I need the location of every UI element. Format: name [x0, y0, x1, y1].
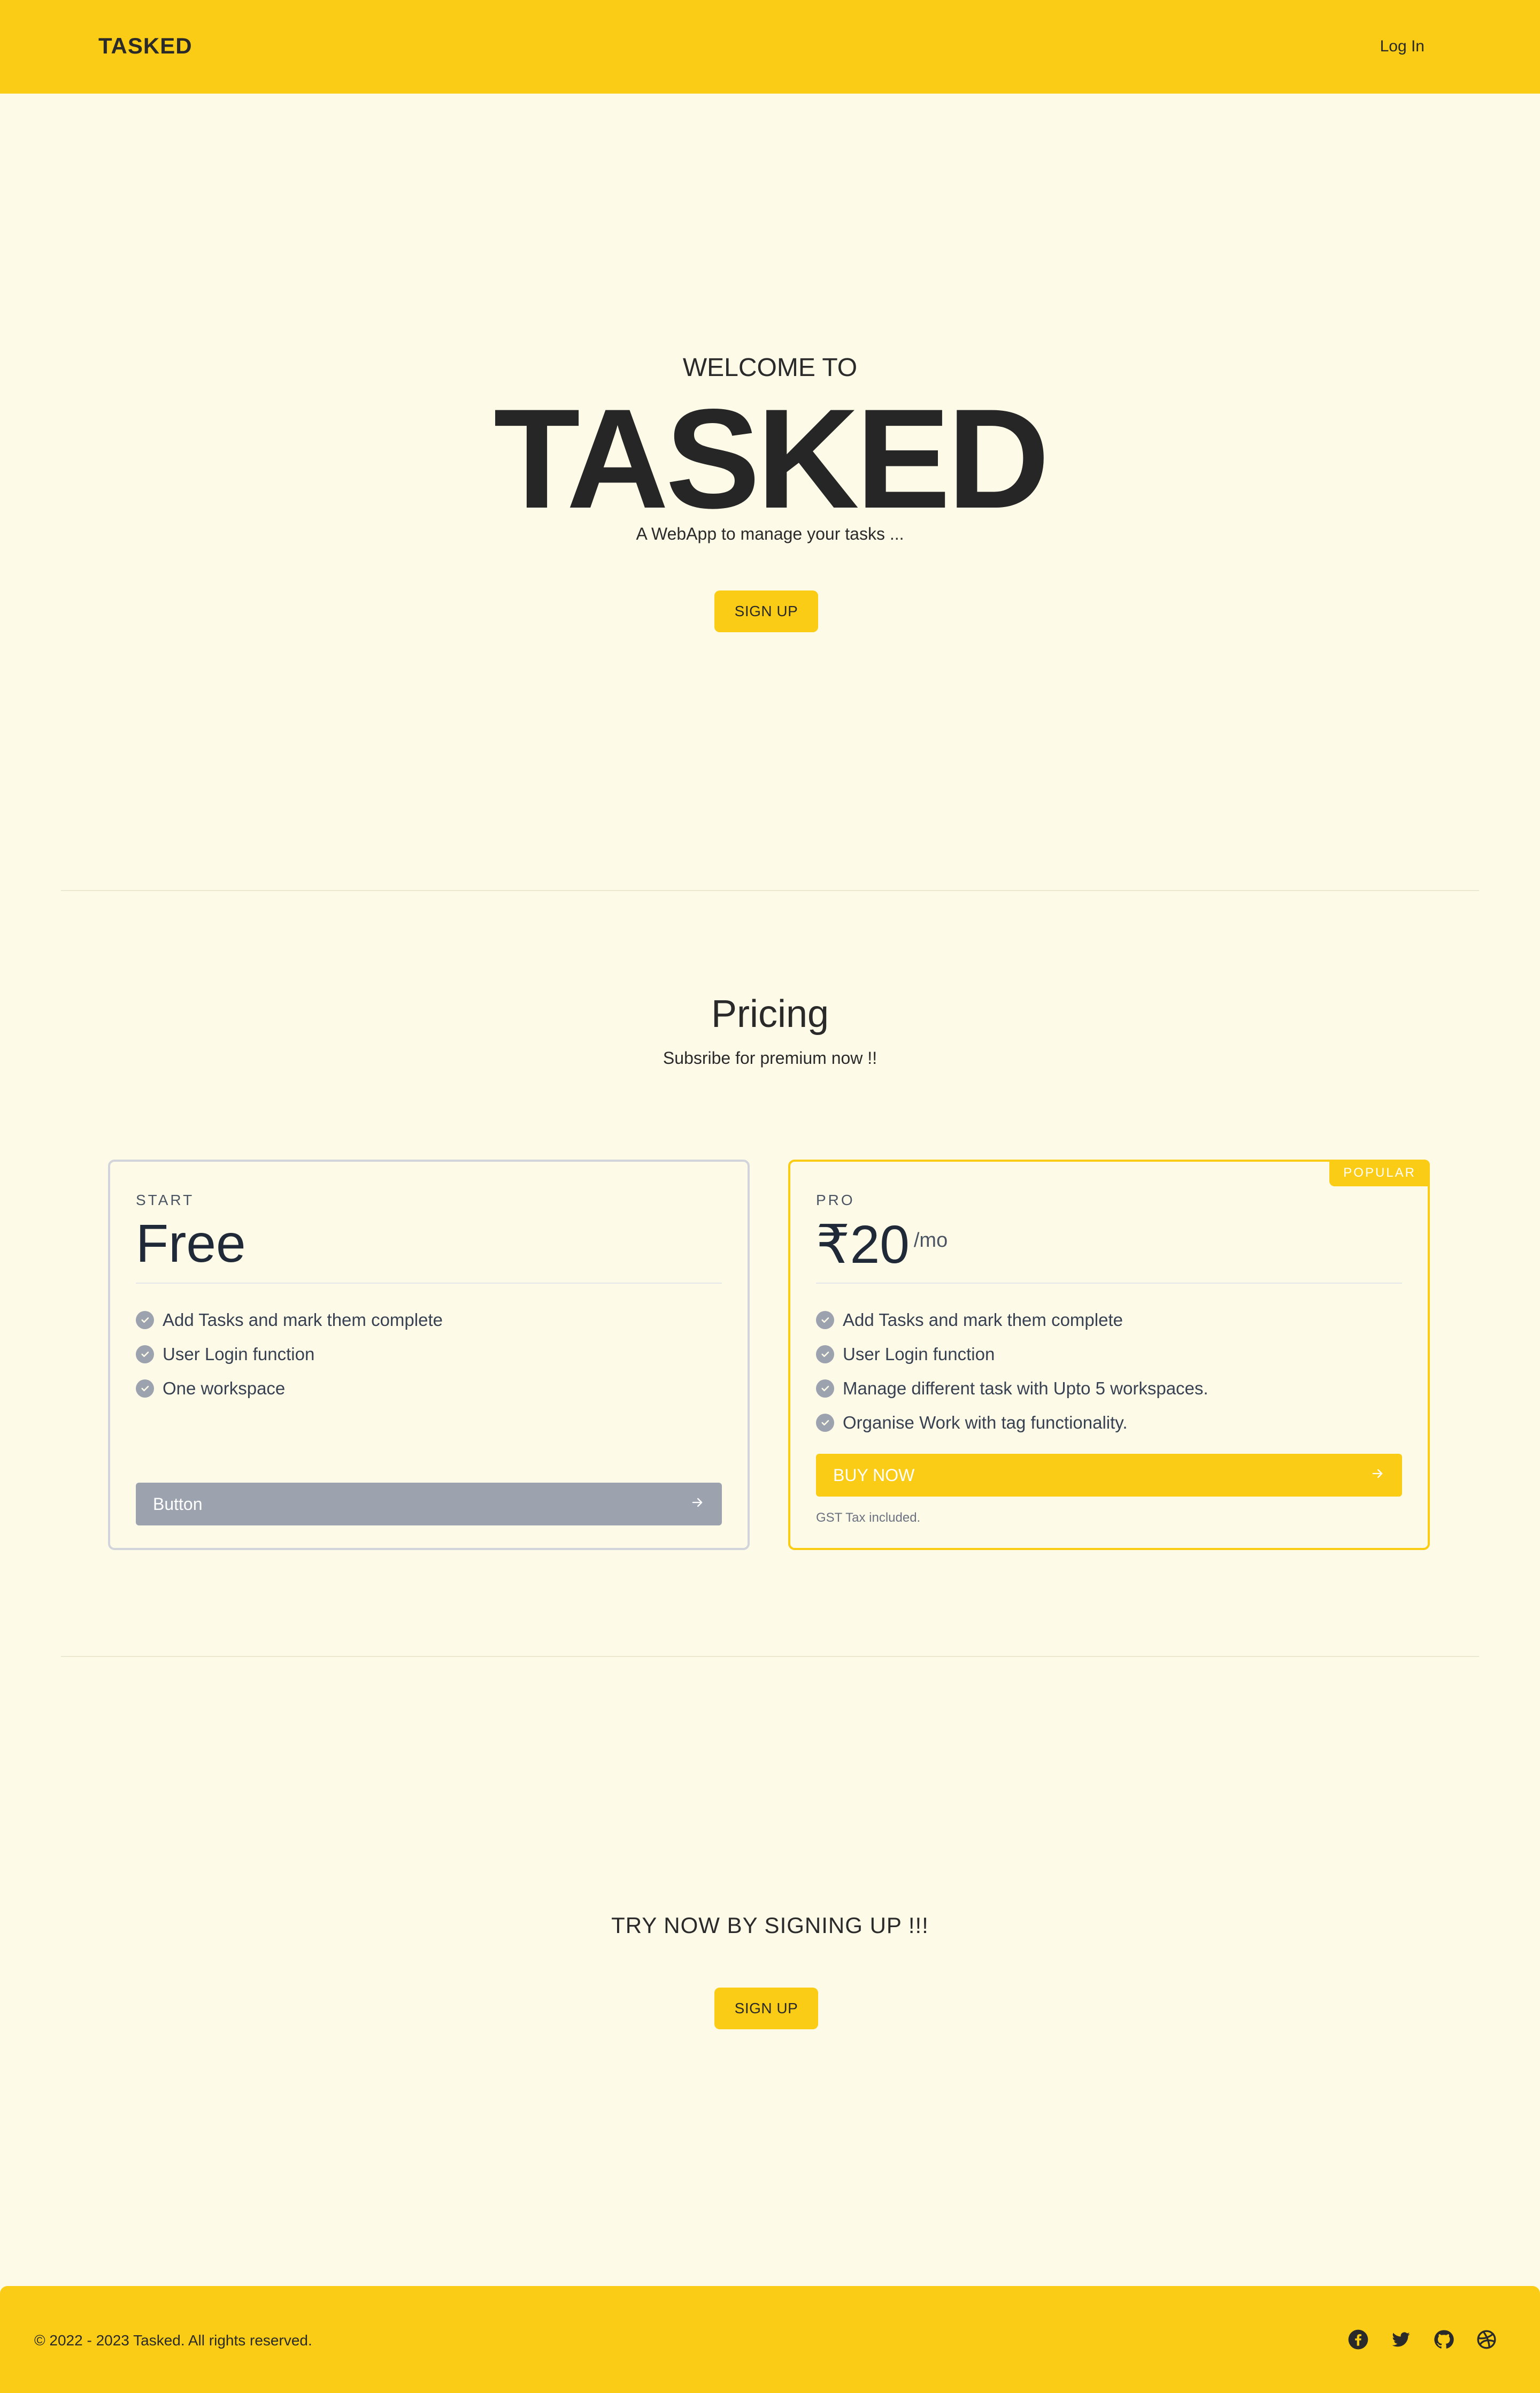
start-plan-button[interactable]: Button: [136, 1483, 722, 1525]
check-circle-icon: [136, 1379, 154, 1398]
price-amount: ₹20: [816, 1215, 910, 1275]
tax-note: GST Tax included.: [816, 1510, 921, 1525]
check-circle-icon: [136, 1345, 154, 1363]
hero-title: TASKED: [494, 380, 1050, 538]
feature-list: Add Tasks and mark them complete User Lo…: [136, 1303, 443, 1406]
feature-item: Add Tasks and mark them complete: [816, 1303, 1208, 1337]
arrow-right-icon: [690, 1494, 705, 1514]
top-navbar: TASKED Log In: [0, 0, 1540, 94]
feature-label: Manage different task with Upto 5 worksp…: [843, 1378, 1208, 1398]
feature-item: One workspace: [136, 1371, 443, 1406]
section-divider: [61, 890, 1479, 891]
hero-signup-button[interactable]: SIGN UP: [714, 590, 818, 632]
welcome-text: WELCOME TO: [682, 354, 858, 382]
card-divider: [816, 1283, 1402, 1284]
footer: © 2022 - 2023 Tasked. All rights reserve…: [0, 2286, 1540, 2393]
dribbble-icon[interactable]: [1476, 2329, 1497, 2350]
feature-label: Add Tasks and mark them complete: [163, 1310, 443, 1330]
feature-list: Add Tasks and mark them complete User Lo…: [816, 1303, 1208, 1440]
check-circle-icon: [816, 1414, 834, 1432]
feature-label: One workspace: [163, 1378, 286, 1398]
brand-logo[interactable]: TASKED: [98, 33, 192, 59]
check-circle-icon: [816, 1379, 834, 1398]
plan-tier: START: [136, 1192, 195, 1208]
feature-label: User Login function: [843, 1344, 995, 1364]
button-label: BUY NOW: [833, 1465, 915, 1485]
feature-item: Manage different task with Upto 5 worksp…: [816, 1371, 1208, 1406]
github-icon[interactable]: [1433, 2329, 1454, 2350]
twitter-icon[interactable]: [1390, 2329, 1412, 2350]
feature-item: Add Tasks and mark them complete: [136, 1303, 443, 1337]
facebook-icon[interactable]: [1348, 2329, 1369, 2350]
feature-item: User Login function: [136, 1337, 443, 1371]
feature-label: Organise Work with tag functionality.: [843, 1413, 1128, 1432]
copyright-text: © 2022 - 2023 Tasked. All rights reserve…: [34, 2332, 312, 2349]
price-period: /mo: [913, 1229, 948, 1252]
hero-tagline: A WebApp to manage your tasks ...: [636, 524, 904, 543]
check-circle-icon: [136, 1311, 154, 1329]
pricing-card-start: START Free Add Tasks and mark them compl…: [108, 1160, 750, 1550]
feature-item: User Login function: [816, 1337, 1208, 1371]
check-circle-icon: [816, 1345, 834, 1363]
button-label: Button: [153, 1494, 203, 1514]
pricing-subtitle: Subsribe for premium now !!: [663, 1048, 877, 1068]
plan-price: Free: [136, 1214, 246, 1274]
login-link[interactable]: Log In: [1380, 37, 1424, 56]
arrow-right-icon: [1370, 1466, 1385, 1485]
feature-label: Add Tasks and mark them complete: [843, 1310, 1123, 1330]
check-circle-icon: [816, 1311, 834, 1329]
section-divider: [61, 1656, 1479, 1657]
buy-now-button[interactable]: BUY NOW: [816, 1454, 1402, 1497]
pricing-card-pro: POPULAR PRO ₹20/mo Add Tasks and mark th…: [788, 1160, 1430, 1550]
popular-badge: POPULAR: [1329, 1160, 1430, 1186]
plan-price: ₹20/mo: [816, 1213, 948, 1276]
plan-tier: PRO: [816, 1192, 855, 1208]
feature-item: Organise Work with tag functionality.: [816, 1406, 1208, 1440]
cta-signup-button[interactable]: SIGN UP: [714, 1988, 818, 2029]
pricing-title: Pricing: [711, 993, 829, 1036]
cta-text: TRY NOW BY SIGNING UP !!!: [611, 1913, 929, 1938]
card-divider: [136, 1283, 722, 1284]
feature-label: User Login function: [163, 1344, 315, 1364]
